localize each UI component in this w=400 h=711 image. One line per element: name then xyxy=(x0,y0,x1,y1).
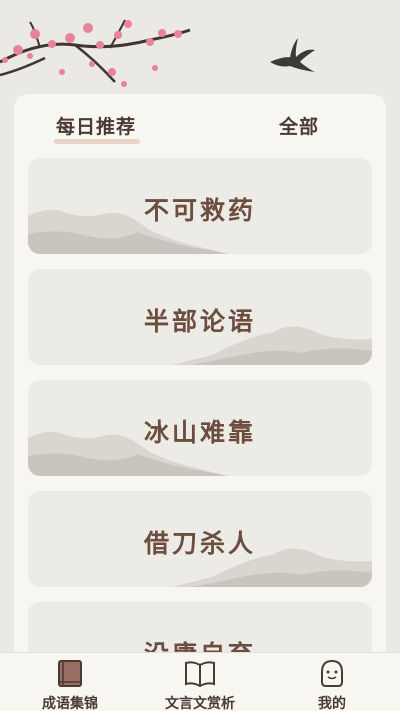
idiom-card[interactable]: 借刀杀人 xyxy=(28,491,372,587)
idiom-card[interactable]: 不可救药 xyxy=(28,158,372,254)
tab-all[interactable]: 全部 xyxy=(279,112,319,139)
open-book-icon xyxy=(185,661,215,688)
book-icon xyxy=(58,660,82,687)
idiom-title: 冰山难靠 xyxy=(143,418,256,447)
idiom-title: 不可救药 xyxy=(143,196,256,225)
user-icon xyxy=(321,659,343,687)
content-panel: 每日推荐 全部 不可救药 半部论语 冰山难靠 借刀杀人 xyxy=(14,94,386,694)
idiom-title: 借刀杀人 xyxy=(143,529,256,558)
tab-daily-recommend[interactable]: 每日推荐 xyxy=(56,112,136,139)
idiom-card[interactable]: 冰山难靠 xyxy=(28,380,372,476)
nav-label: 我的 xyxy=(318,696,346,711)
nav-classics[interactable]: 文言文赏析 xyxy=(140,653,260,711)
plum-blossom-decoration xyxy=(0,19,315,87)
idiom-title: 半部论语 xyxy=(143,307,256,336)
blossom-flowers xyxy=(2,20,182,87)
nav-mine[interactable]: 我的 xyxy=(272,653,392,711)
bottom-navigation: 成语集锦 文言文赏析 我的 xyxy=(0,652,400,711)
nav-label: 文言文赏析 xyxy=(165,696,235,711)
tab-bar: 每日推荐 全部 xyxy=(14,94,386,156)
idiom-card[interactable]: 半部论语 xyxy=(28,269,372,365)
active-tab-indicator xyxy=(54,139,140,144)
nav-idioms[interactable]: 成语集锦 xyxy=(10,653,130,711)
swallow-icon xyxy=(270,38,315,72)
nav-label: 成语集锦 xyxy=(42,696,98,711)
